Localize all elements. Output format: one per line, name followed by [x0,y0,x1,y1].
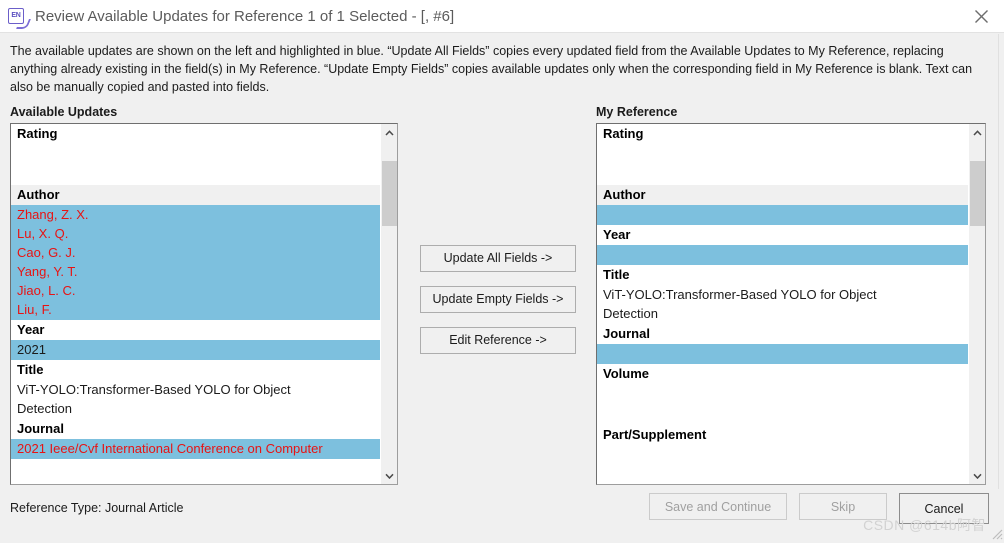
update-all-fields-button[interactable]: Update All Fields -> [420,245,576,272]
field-value-line: Detection [17,401,72,416]
window-scroll-edge [998,34,1004,489]
field-row[interactable]: Rating [11,124,380,185]
field-value-line: Zhang, Z. X. [17,207,89,222]
field-row[interactable]: Journal 2021 Ieee/Cvf International Confe… [11,419,380,459]
field-value[interactable]: 2021 [11,340,380,360]
field-row[interactable]: Title ViT-YOLO:Transformer-Based YOLO for… [597,265,968,324]
field-value[interactable]: ViT-YOLO:Transformer-Based YOLO for Obje… [597,285,968,324]
field-value-line [603,344,964,363]
field-row[interactable]: Part/Supplement [597,425,968,484]
window-title: Review Available Updates for Reference 1… [35,7,455,25]
field-value[interactable] [597,245,968,265]
field-value-line: Cao, G. J. [17,245,76,260]
field-row[interactable]: Author [597,185,968,225]
reference-type-label: Reference Type: Journal Article [10,501,184,515]
chevron-up-icon[interactable] [381,124,397,141]
field-name-label: Author [597,185,968,205]
field-name-label: Rating [597,124,968,144]
field-name-label: Title [597,265,968,285]
resize-grip-icon[interactable] [989,526,1003,540]
footer-buttons-group: Save and Continue Skip Cancel [649,493,989,524]
field-name-label: Journal [11,419,380,439]
available-updates-panel[interactable]: Rating Author Zhang, Z. X. Lu, X. Q. Cao, G… [10,123,398,485]
scrollbar-thumb[interactable] [970,160,985,226]
field-name-label: Part/Supplement [597,425,968,445]
field-value-line [603,445,964,464]
cancel-button[interactable]: Cancel [899,493,989,524]
field-value-line: 2021 Ieee/Cvf International Conference o… [17,441,323,456]
field-value-line: Detection [603,306,658,321]
my-reference-label: My Reference [596,105,678,119]
field-value[interactable] [11,144,380,164]
close-icon[interactable] [958,0,1004,33]
field-value-spacer [11,164,380,185]
field-value-line: 2021 [17,342,46,357]
field-value-line [17,144,376,163]
my-reference-scrollbar[interactable] [968,124,985,484]
field-row[interactable]: Rating [597,124,968,185]
my-reference-panel[interactable]: Rating Author Year Title ViT-YOLO:Transfo… [596,123,986,485]
field-name-label: Rating [11,124,380,144]
field-value-line [603,245,964,264]
field-value-line: Yang, Y. T. [17,264,78,279]
field-value[interactable] [597,344,968,364]
edit-reference-button[interactable]: Edit Reference -> [420,327,576,354]
field-value-line: Liu, F. [17,302,52,317]
field-name-label: Year [11,320,380,340]
endnote-en-icon: EN [8,7,32,29]
field-value-line: ViT-YOLO:Transformer-Based YOLO for Obje… [17,382,291,397]
field-row[interactable]: Journal [597,324,968,364]
available-updates-label: Available Updates [10,105,118,119]
field-row[interactable]: Year [597,225,968,265]
field-name-label: Volume [597,364,968,384]
field-value-line [603,205,964,224]
field-value[interactable]: ViT-YOLO:Transformer-Based YOLO for Obje… [11,380,380,419]
skip-button[interactable]: Skip [799,493,887,520]
field-value-spacer [597,465,968,484]
available-updates-field-list[interactable]: Rating Author Zhang, Z. X. Lu, X. Q. Cao, G… [11,124,380,484]
field-row[interactable]: Title ViT-YOLO:Transformer-Based YOLO for… [11,360,380,419]
chevron-up-icon[interactable] [969,124,985,141]
field-value[interactable] [597,384,968,404]
main-area: Available Updates Rating Author Zhang, Z.… [0,100,1004,492]
field-row[interactable]: Author Zhang, Z. X. Lu, X. Q. Cao, G. J. Yan… [11,185,380,320]
save-and-continue-button[interactable]: Save and Continue [649,493,787,520]
chevron-down-icon[interactable] [381,467,397,484]
field-value-line: Jiao, L. C. [17,283,76,298]
field-value[interactable]: Zhang, Z. X. Lu, X. Q. Cao, G. J. Yang, Y. … [11,205,380,320]
field-name-label: Year [597,225,968,245]
instructions-text: The available updates are shown on the l… [10,44,973,94]
field-row[interactable]: Year 2021 [11,320,380,360]
field-value[interactable] [597,144,968,164]
field-value[interactable]: 2021 Ieee/Cvf International Conference o… [11,439,380,459]
review-updates-window: EN Review Available Updates for Referenc… [0,0,1004,541]
field-name-label: Title [11,360,380,380]
title-bar: EN Review Available Updates for Referenc… [0,0,1004,33]
transfer-buttons-group: Update All Fields -> Update Empty Fields… [420,245,576,354]
field-value-line: ViT-YOLO:Transformer-Based YOLO for Obje… [603,287,877,302]
field-value-line [603,144,964,163]
field-row[interactable]: Volume [597,364,968,425]
field-value-spacer [597,404,968,425]
field-name-label: Author [11,185,380,205]
update-empty-fields-button[interactable]: Update Empty Fields -> [420,286,576,313]
chevron-down-icon[interactable] [969,467,985,484]
field-value-line [603,384,964,403]
field-value-spacer [597,164,968,185]
field-value[interactable] [597,205,968,225]
field-value[interactable] [597,445,968,465]
field-value-line: Lu, X. Q. [17,226,69,241]
footer-bar: Reference Type: Journal Article Save and… [0,491,1004,541]
field-name-label: Journal [597,324,968,344]
my-reference-field-list[interactable]: Rating Author Year Title ViT-YOLO:Transfo… [597,124,968,484]
available-updates-scrollbar[interactable] [380,124,397,484]
scrollbar-thumb[interactable] [382,160,397,226]
